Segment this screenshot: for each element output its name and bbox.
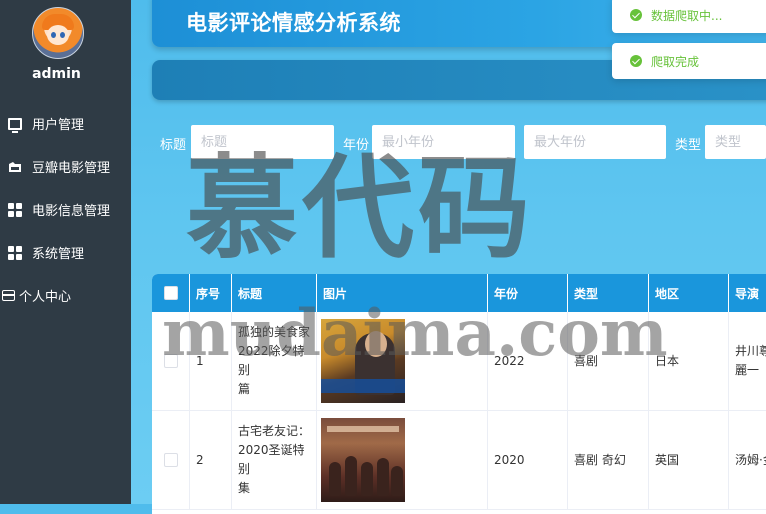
year-label: 年份: [343, 138, 370, 153]
grid-icon: [8, 202, 22, 217]
director-line: 汤姆·金: [735, 452, 766, 467]
column-header-title[interactable]: 标题: [232, 274, 317, 312]
sidebar-menu: 用户管理 豆瓣电影管理 电影信息管理 系统管理 个人中心: [0, 102, 131, 317]
avatar[interactable]: [32, 7, 84, 59]
max-year-input[interactable]: [524, 125, 666, 159]
toast-text: 爬取完成: [651, 54, 700, 69]
monitor-icon: [8, 117, 22, 133]
table-header: 序号 标题 图片 年份 类型 地区 导演: [152, 274, 766, 312]
sidebar-item-label: 系统管理: [32, 247, 85, 262]
select-all-checkbox-cell: [152, 274, 190, 312]
title-label: 标题: [160, 138, 187, 153]
table-row[interactable]: 1 孤独的美食家 2022除夕特别 篇 2022 喜剧 日本 井川尊 麗一: [152, 312, 766, 411]
title-line: 2022除夕特别: [238, 344, 305, 377]
min-year-input[interactable]: [372, 125, 515, 159]
cell-region: 日本: [649, 312, 729, 410]
column-header-type[interactable]: 类型: [568, 274, 649, 312]
sidebar-item-user-management[interactable]: 用户管理: [0, 102, 131, 145]
sidebar-item-personal-center[interactable]: 个人中心: [0, 274, 131, 317]
column-header-image[interactable]: 图片: [317, 274, 488, 312]
cell-director: 汤姆·金: [729, 411, 766, 509]
cell-region: 英国: [649, 411, 729, 509]
cell-type: 喜剧: [568, 312, 649, 410]
column-header-year[interactable]: 年份: [488, 274, 568, 312]
cell-type: 喜剧 奇幻: [568, 411, 649, 509]
card-icon: [2, 290, 15, 301]
cell-index: 2: [190, 411, 232, 509]
type-label: 类型: [675, 138, 702, 153]
row-checkbox-cell: [152, 411, 190, 509]
cell-title: 孤独的美食家 2022除夕特别 篇: [232, 312, 317, 410]
row-checkbox-cell: [152, 312, 190, 410]
cell-title: 古宅老友记： 2020圣诞特别 集: [232, 411, 317, 509]
sidebar-item-label: 个人中心: [19, 290, 72, 305]
director-line: 麗一: [735, 363, 760, 377]
row-checkbox[interactable]: [163, 453, 178, 467]
sidebar-item-douban-movie-management[interactable]: 豆瓣电影管理: [0, 145, 131, 188]
cell-year: 2022: [488, 312, 568, 410]
sidebar-item-label: 豆瓣电影管理: [32, 161, 111, 176]
success-icon: [630, 9, 642, 21]
cell-index: 1: [190, 312, 232, 410]
title-line: 集: [238, 481, 251, 495]
select-all-checkbox[interactable]: [163, 286, 178, 300]
movie-poster[interactable]: [321, 418, 405, 502]
title-line: 篇: [238, 382, 251, 396]
sidebar: admin 用户管理 豆瓣电影管理 电影信息管理 系统管理 个人中心: [0, 0, 131, 504]
success-icon: [630, 55, 642, 67]
title-search-input[interactable]: [191, 125, 334, 159]
table-row[interactable]: 2 古宅老友记： 2020圣诞特别 集 2020 喜剧 奇幻 英国 汤姆·金: [152, 411, 766, 510]
toast-crawl-complete: 爬取完成: [612, 43, 766, 79]
toast-text: 数据爬取中...: [651, 8, 723, 23]
folder-icon: [8, 160, 22, 174]
grid-icon: [8, 245, 22, 260]
cell-image: [317, 411, 488, 509]
title-line: 孤独的美食家: [238, 325, 311, 339]
sidebar-item-movie-info-management[interactable]: 电影信息管理: [0, 188, 131, 231]
app-title: 电影评论情感分析系统: [186, 11, 401, 35]
title-line: 古宅老友记：: [238, 424, 311, 438]
title-line: 2020圣诞特别: [238, 443, 305, 476]
column-header-director[interactable]: 导演: [729, 274, 766, 312]
movie-poster[interactable]: [321, 319, 405, 403]
type-search-input[interactable]: [705, 125, 766, 159]
sidebar-item-label: 用户管理: [32, 118, 85, 133]
column-header-index[interactable]: 序号: [190, 274, 232, 312]
row-checkbox[interactable]: [163, 354, 178, 368]
username: admin: [32, 66, 81, 82]
column-header-region[interactable]: 地区: [649, 274, 729, 312]
cell-image: [317, 312, 488, 410]
director-line: 井川尊: [735, 344, 766, 358]
movie-table: 序号 标题 图片 年份 类型 地区 导演 1 孤独的美食家 2022除夕特别 篇…: [152, 274, 766, 514]
cell-director: 井川尊 麗一: [729, 312, 766, 410]
cell-year: 2020: [488, 411, 568, 509]
sidebar-item-label: 电影信息管理: [32, 204, 111, 219]
sidebar-item-system-management[interactable]: 系统管理: [0, 231, 131, 274]
toast-crawling: 数据爬取中...: [612, 0, 766, 33]
